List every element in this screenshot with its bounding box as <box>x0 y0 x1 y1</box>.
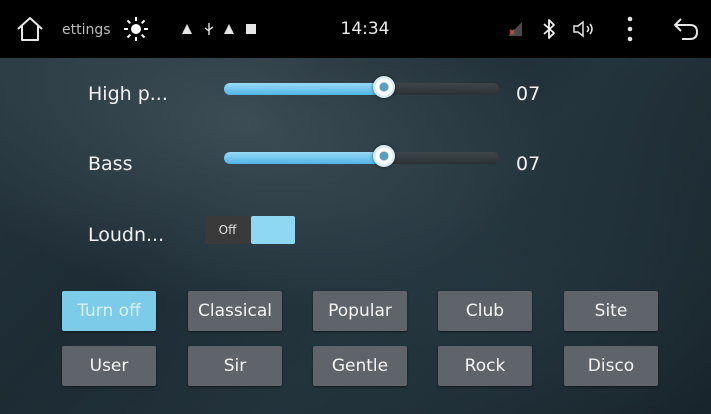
bluetooth-icon <box>538 16 560 42</box>
preset-club-button[interactable]: Club <box>438 291 532 331</box>
slider-fill <box>224 83 384 95</box>
preset-popular-button[interactable]: Popular <box>313 291 407 331</box>
home-icon[interactable] <box>12 12 48 46</box>
preset-classical-button[interactable]: Classical <box>188 291 282 331</box>
usb-icon <box>202 22 216 36</box>
toggle-thumb[interactable] <box>251 216 295 244</box>
stop-icon <box>244 22 258 36</box>
brightness-icon[interactable] <box>121 14 151 44</box>
bass-label: Bass <box>88 153 133 175</box>
slider-handle[interactable] <box>373 76 395 98</box>
status-bar: ettings 14:34 <box>0 0 711 58</box>
preset-turn-off-button[interactable]: Turn off <box>62 291 156 331</box>
preset-sir-button[interactable]: Sir <box>188 346 282 386</box>
bass-slider[interactable] <box>224 143 499 173</box>
high-pitch-label: High p... <box>88 83 168 105</box>
high-pitch-value: 07 <box>516 83 541 105</box>
preset-gentle-button[interactable]: Gentle <box>313 346 407 386</box>
back-icon[interactable] <box>668 12 704 46</box>
clock: 14:34 <box>340 19 390 39</box>
slider-fill <box>224 152 384 164</box>
high-pitch-slider[interactable] <box>224 74 499 104</box>
preset-site-button[interactable]: Site <box>564 291 658 331</box>
loudness-toggle[interactable]: Off <box>205 216 295 244</box>
equalizer-screen: ettings 14:34 High p... 07 Bass 07 Loudn… <box>0 0 711 414</box>
warning-icon <box>222 22 236 36</box>
settings-app-label[interactable]: ettings <box>62 20 111 40</box>
signal-icon <box>504 18 526 40</box>
toggle-state-text: Off <box>205 216 250 244</box>
preset-disco-button[interactable]: Disco <box>564 346 658 386</box>
preset-rock-button[interactable]: Rock <box>438 346 532 386</box>
volume-icon[interactable] <box>566 16 606 42</box>
loudness-label: Loudn... <box>88 224 165 246</box>
slider-handle[interactable] <box>373 145 395 167</box>
warning-icon <box>180 22 194 36</box>
preset-user-button[interactable]: User <box>62 346 156 386</box>
more-vertical-icon[interactable] <box>618 12 642 46</box>
bass-value: 07 <box>516 153 541 175</box>
